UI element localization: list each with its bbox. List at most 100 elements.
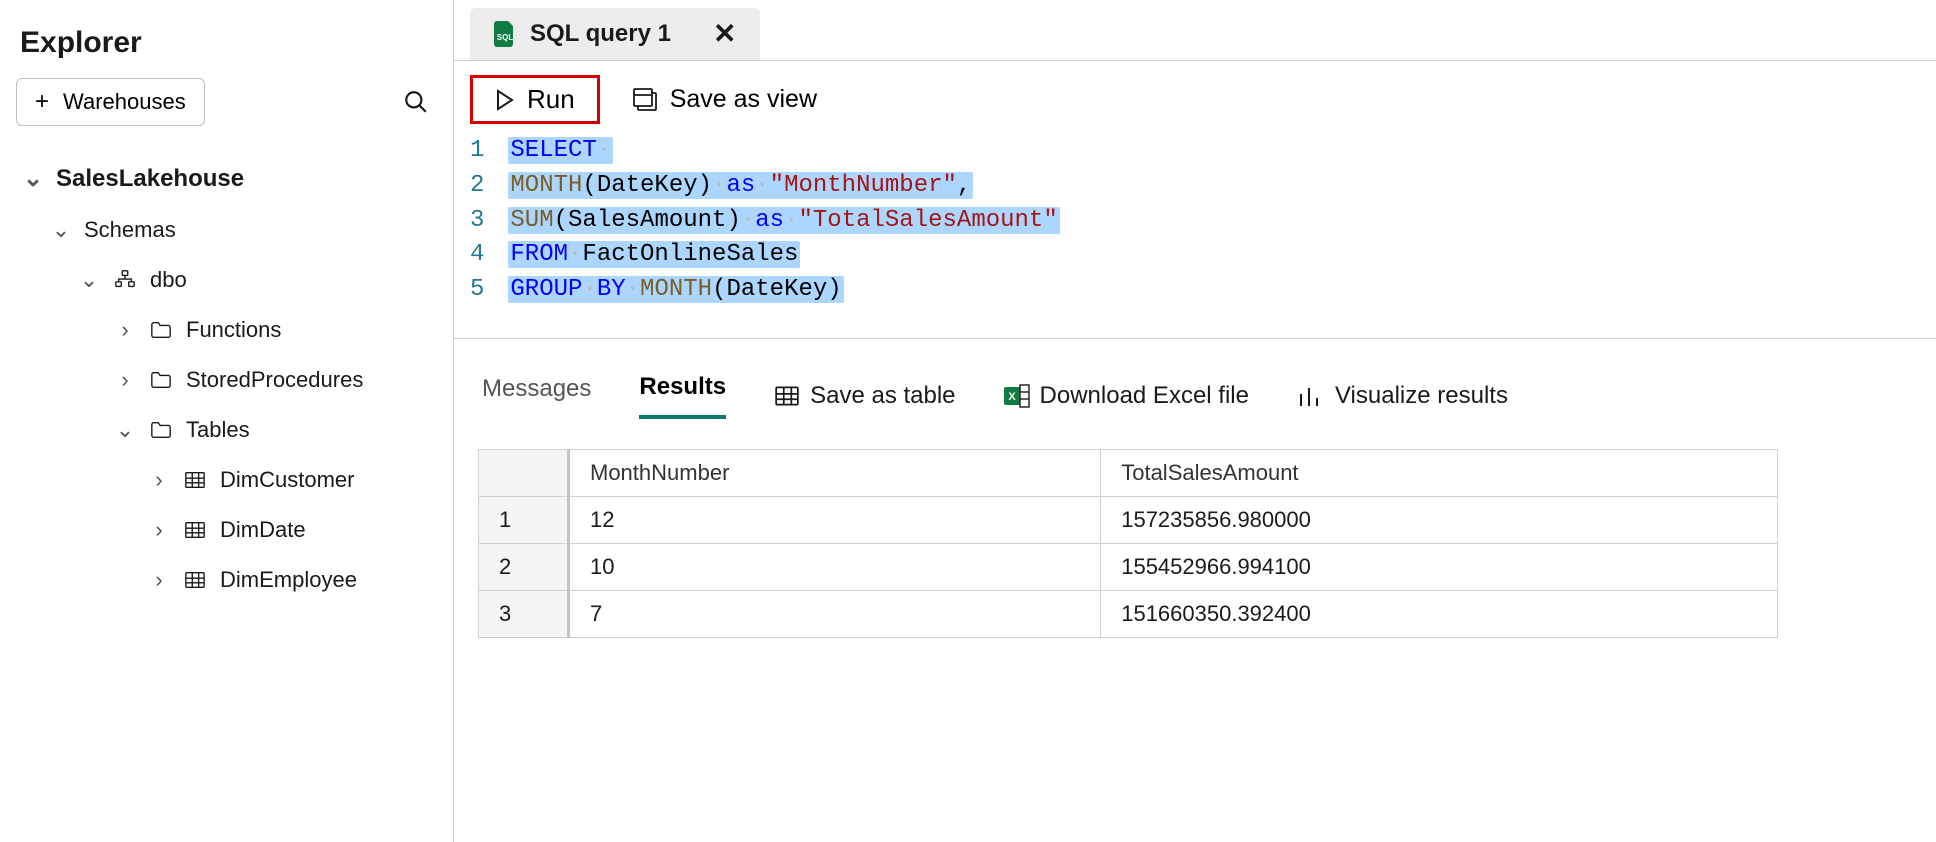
tree-table-label: DimEmployee [220, 567, 357, 593]
line-number: 5 [470, 273, 484, 308]
table-header-row: MonthNumber TotalSalesAmount [479, 449, 1778, 496]
tree-database-label: SalesLakehouse [56, 165, 244, 193]
sql-editor[interactable]: 1 2 3 4 5 SELECT· MONTH(DateKey)·as·"Mon… [454, 134, 1936, 338]
schema-icon [112, 269, 138, 291]
table-icon [774, 384, 800, 408]
tab-results[interactable]: Results [639, 373, 726, 419]
tab-label: SQL query 1 [530, 20, 671, 48]
visualize-results-label: Visualize results [1335, 382, 1508, 410]
cell-monthnumber: 7 [569, 590, 1101, 637]
line-number: 2 [470, 169, 484, 204]
search-icon [403, 89, 429, 115]
excel-icon: X [1004, 384, 1030, 408]
add-warehouses-button[interactable]: + Warehouses [16, 78, 205, 126]
run-button[interactable]: Run [470, 75, 600, 124]
run-label: Run [527, 84, 575, 115]
chevron-right-icon: › [148, 567, 170, 593]
folder-icon [148, 320, 174, 340]
tree-schemas-label: Schemas [84, 217, 176, 243]
tree-table-label: DimDate [220, 517, 306, 543]
save-as-table-label: Save as table [810, 382, 955, 410]
editor-code[interactable]: SELECT· MONTH(DateKey)·as·"MonthNumber",… [508, 134, 1059, 308]
folder-icon [148, 420, 174, 440]
code-token: (DateKey) [582, 172, 712, 199]
line-number: 3 [470, 204, 484, 239]
row-number: 3 [479, 590, 569, 637]
chevron-right-icon: › [114, 367, 136, 393]
results-table: MonthNumber TotalSalesAmount 1 12 157235… [478, 449, 1778, 638]
chevron-down-icon: ⌄ [114, 417, 136, 443]
code-token: (SalesAmount) [554, 207, 741, 234]
plus-icon: + [35, 90, 49, 114]
code-token: (DateKey) [712, 276, 842, 303]
tree-folder-label: StoredProcedures [186, 367, 363, 393]
sql-file-icon: SQL [494, 21, 516, 47]
chevron-right-icon: › [148, 517, 170, 543]
tree-database[interactable]: ⌄ SalesLakehouse [16, 152, 437, 205]
chevron-down-icon: ⌄ [78, 267, 100, 293]
tree-folder-functions[interactable]: › Functions [16, 305, 437, 355]
tree-folder-label: Functions [186, 317, 281, 343]
search-button[interactable] [395, 81, 437, 123]
tree-schema-label: dbo [150, 267, 187, 293]
table-row[interactable]: 1 12 157235856.980000 [479, 496, 1778, 543]
cell-totalsalesamount: 151660350.392400 [1101, 590, 1778, 637]
table-icon [182, 570, 208, 590]
download-excel-button[interactable]: X Download Excel file [1004, 382, 1249, 410]
column-header-monthnumber[interactable]: MonthNumber [569, 449, 1101, 496]
table-row[interactable]: 2 10 155452966.994100 [479, 543, 1778, 590]
tab-messages[interactable]: Messages [482, 375, 591, 417]
svg-text:SQL: SQL [497, 33, 514, 42]
main-area: SQL SQL query 1 ✕ Run Save as view 1 2 3… [454, 0, 1936, 842]
column-header-totalsalesamount[interactable]: TotalSalesAmount [1101, 449, 1778, 496]
tree-table-dimemployee[interactable]: › DimEmployee [16, 555, 437, 605]
svg-text:X: X [1008, 391, 1016, 403]
play-icon [495, 89, 515, 111]
save-as-view-label: Save as view [670, 85, 817, 114]
tree-table-dimdate[interactable]: › DimDate [16, 505, 437, 555]
cell-totalsalesamount: 157235856.980000 [1101, 496, 1778, 543]
cell-monthnumber: 12 [569, 496, 1101, 543]
save-as-table-button[interactable]: Save as table [774, 382, 955, 410]
tree-schemas[interactable]: ⌄ Schemas [16, 205, 437, 255]
results-toolbar: Messages Results Save as table X Downloa… [454, 338, 1936, 419]
tree-folder-storedprocs[interactable]: › StoredProcedures [16, 355, 437, 405]
code-token: GROUP [510, 276, 582, 303]
explorer-panel: Explorer + Warehouses ⌄ SalesLakehouse ⌄… [0, 0, 454, 842]
tree-schema-dbo[interactable]: ⌄ dbo [16, 255, 437, 305]
tree-folder-tables[interactable]: ⌄ Tables [16, 405, 437, 455]
table-icon [182, 520, 208, 540]
close-icon[interactable]: ✕ [713, 20, 736, 48]
line-number: 1 [470, 134, 484, 169]
chevron-down-icon: ⌄ [50, 217, 72, 243]
code-token: FROM [510, 241, 568, 268]
tree-table-dimcustomer[interactable]: › DimCustomer [16, 455, 437, 505]
chevron-right-icon: › [148, 467, 170, 493]
tab-sql-query-1[interactable]: SQL SQL query 1 ✕ [470, 8, 760, 60]
line-number: 4 [470, 238, 484, 273]
save-as-view-button[interactable]: Save as view [632, 85, 817, 114]
tree-table-label: DimCustomer [220, 467, 354, 493]
chevron-right-icon: › [114, 317, 136, 343]
chevron-down-icon: ⌄ [22, 164, 44, 193]
code-token: MONTH [510, 172, 582, 199]
tree-folder-label: Tables [186, 417, 250, 443]
row-number: 1 [479, 496, 569, 543]
visualize-results-button[interactable]: Visualize results [1297, 382, 1508, 410]
code-token: SUM [510, 207, 553, 234]
editor-gutter: 1 2 3 4 5 [470, 134, 508, 308]
explorer-tree: ⌄ SalesLakehouse ⌄ Schemas ⌄ dbo › Funct… [16, 152, 437, 605]
cell-totalsalesamount: 155452966.994100 [1101, 543, 1778, 590]
save-view-icon [632, 88, 658, 112]
code-token: FactOnlineSales [582, 241, 798, 268]
code-token: "MonthNumber" [770, 172, 957, 199]
table-row[interactable]: 3 7 151660350.392400 [479, 590, 1778, 637]
cell-monthnumber: 10 [569, 543, 1101, 590]
explorer-header-row: + Warehouses [16, 78, 437, 126]
code-token: MONTH [640, 276, 712, 303]
code-token: , [957, 172, 971, 199]
warehouses-label: Warehouses [63, 89, 186, 115]
table-corner [479, 449, 569, 496]
code-token: BY [597, 276, 626, 303]
code-token: "TotalSalesAmount" [798, 207, 1057, 234]
